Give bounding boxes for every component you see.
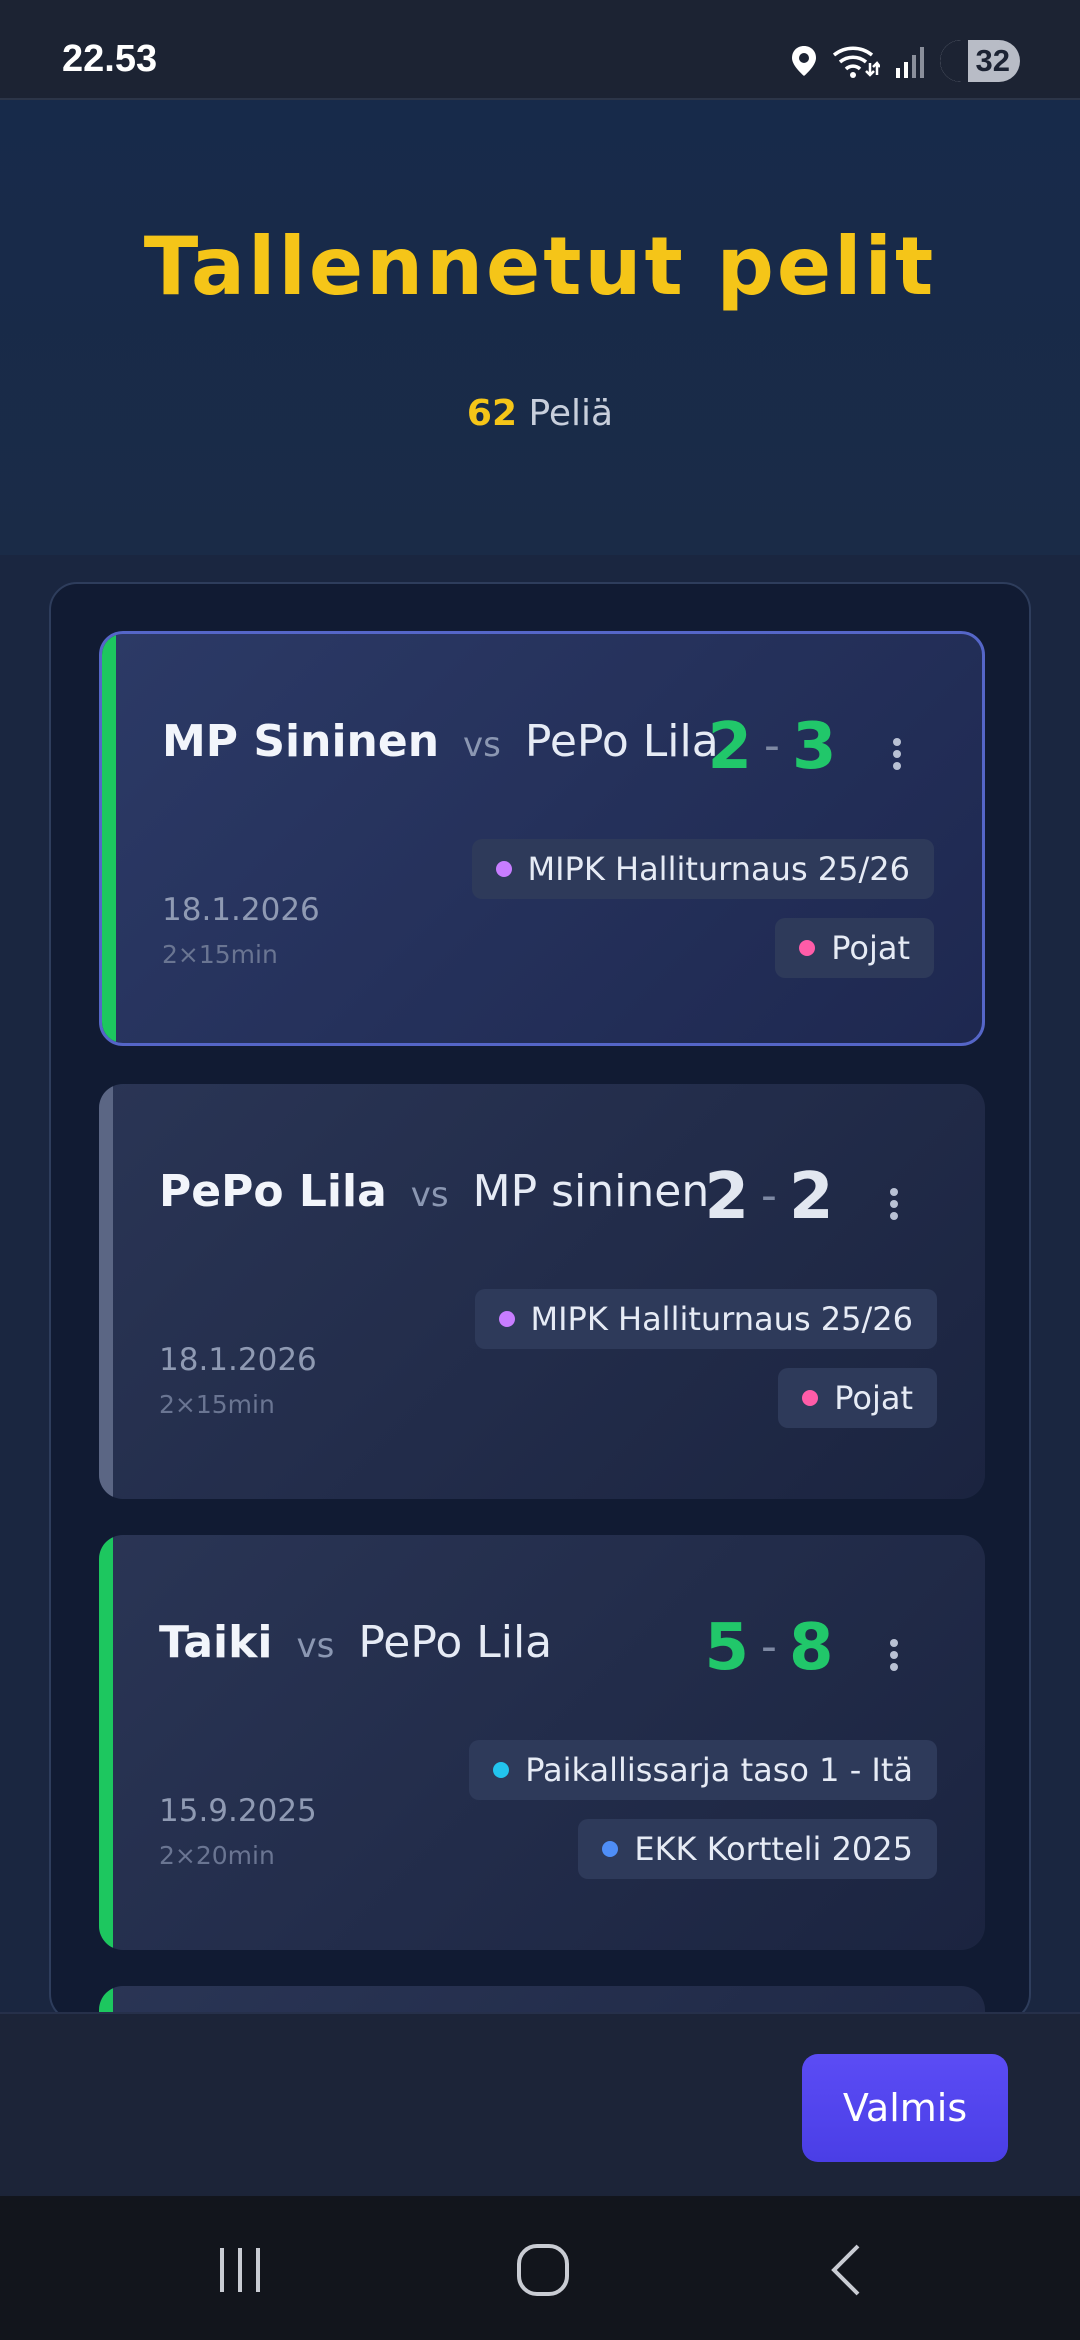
tournament-tag: MIPK Halliturnaus 25/26 (474, 1289, 937, 1349)
wifi-icon (832, 46, 880, 78)
home-icon[interactable] (503, 2238, 583, 2302)
tournament-tag: MIPK Halliturnaus 25/26 (471, 839, 934, 899)
vs-label: vs (463, 725, 501, 765)
home-score: 5 (704, 1611, 750, 1685)
result-indicator (99, 1084, 113, 1499)
away-team: PePo Lila (358, 1617, 553, 1668)
status-bar: 22.53 32 (0, 0, 1080, 100)
matchup: PePo Lila vs MP sininen (159, 1166, 709, 1226)
tag-dot (493, 1762, 510, 1778)
saved-games-list[interactable]: MP Sininen vs PePo Lila 2-3 18.1.2026 2×… (49, 582, 1031, 2022)
result-indicator (99, 1535, 113, 1950)
category-tag: Pojat (778, 1368, 937, 1428)
home-score: 2 (707, 710, 753, 784)
tag-list: MIPK Halliturnaus 25/26 Pojat (471, 839, 934, 978)
game-date: 18.1.2026 (162, 892, 320, 928)
battery-icon: 32 (940, 40, 1020, 82)
away-score: 2 (788, 1160, 834, 1234)
location-icon (792, 46, 816, 76)
vs-label: vs (410, 1175, 449, 1215)
more-options-icon[interactable] (874, 1184, 914, 1224)
game-date: 15.9.2025 (159, 1793, 317, 1829)
vs-label: vs (296, 1626, 335, 1666)
score: 2-2 (704, 1160, 834, 1234)
matchup: MP Sininen vs PePo Lila (162, 716, 719, 776)
recent-apps-icon[interactable] (200, 2238, 280, 2302)
game-count-label: Peliä (528, 393, 614, 434)
away-score: 3 (791, 710, 837, 784)
navigation-bar (0, 2196, 1080, 2340)
tag-label: Pojat (831, 929, 910, 967)
more-options-icon[interactable] (874, 1635, 914, 1675)
back-icon[interactable] (806, 2238, 886, 2302)
result-indicator (102, 634, 116, 1043)
tag-label: EKK Kortteli 2025 (634, 1830, 913, 1868)
home-score: 2 (704, 1160, 750, 1234)
game-card[interactable]: PePo Lila vs MP sininen 2-2 18.1.2026 2×… (99, 1084, 985, 1499)
home-team: PePo Lila (159, 1166, 387, 1217)
home-team: MP Sininen (162, 716, 440, 767)
action-bar: Valmis (0, 2012, 1080, 2196)
game-duration: 2×15min (159, 1390, 275, 1419)
matchup: Taiki vs PePo Lila (159, 1617, 552, 1677)
game-date: 18.1.2026 (159, 1342, 317, 1378)
status-time: 22.53 (62, 38, 158, 80)
game-count: 62 Peliä (0, 393, 1080, 434)
game-count-number: 62 (466, 393, 517, 434)
more-options-icon[interactable] (877, 734, 917, 774)
tag-list: MIPK Halliturnaus 25/26 Pojat (474, 1289, 937, 1428)
score: 5-8 (704, 1611, 834, 1685)
series-tag: Paikallissarja taso 1 - Itä (469, 1740, 937, 1800)
home-team: Taiki (159, 1617, 273, 1668)
tag-label: MIPK Halliturnaus 25/26 (527, 850, 911, 888)
game-duration: 2×15min (162, 940, 278, 969)
category-tag: Pojat (775, 918, 934, 978)
away-team: PePo Lila (524, 716, 719, 767)
tag-label: Paikallissarja taso 1 - Itä (525, 1751, 913, 1789)
status-icons: 32 (790, 38, 1020, 84)
tag-label: MIPK Halliturnaus 25/26 (530, 1300, 914, 1338)
tag-dot (602, 1841, 619, 1857)
tag-dot (495, 861, 512, 877)
tournament-tag: EKK Kortteli 2025 (578, 1819, 937, 1879)
away-score: 8 (788, 1611, 834, 1685)
tag-dot (498, 1311, 515, 1327)
tag-dot (799, 940, 816, 956)
tag-dot (802, 1390, 819, 1406)
signal-icon (896, 47, 924, 78)
tag-list: Paikallissarja taso 1 - Itä EKK Kortteli… (469, 1740, 937, 1879)
screen: 22.53 32 Tallennetut pelit 62 Peliä MP S… (0, 0, 1080, 2340)
done-button[interactable]: Valmis (802, 2054, 1008, 2162)
battery-level: 32 (975, 43, 1010, 78)
game-card[interactable]: Taiki vs PePo Lila 5-8 15.9.2025 2×20min… (99, 1535, 985, 1950)
tag-label: Pojat (834, 1379, 913, 1417)
game-card[interactable]: MP Sininen vs PePo Lila 2-3 18.1.2026 2×… (99, 631, 985, 1046)
score: 2-3 (707, 710, 837, 784)
header: Tallennetut pelit 62 Peliä (0, 100, 1080, 555)
game-duration: 2×20min (159, 1841, 275, 1870)
away-team: MP sininen (472, 1166, 710, 1217)
page-title: Tallennetut pelit (143, 220, 937, 313)
